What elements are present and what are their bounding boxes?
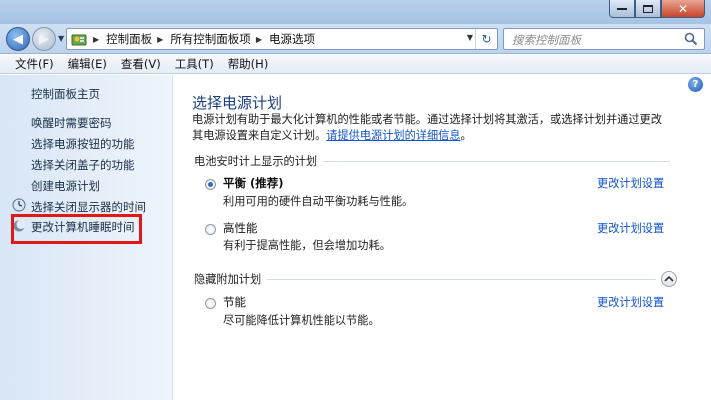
forward-button[interactable]: ▶ <box>32 27 56 51</box>
breadcrumb-separator-icon[interactable]: ▶ <box>256 35 262 44</box>
search-input[interactable]: 搜索控制面板 <box>503 28 705 50</box>
recent-pages-dropdown-icon[interactable]: ▼ <box>58 34 64 43</box>
description-end: 。 <box>460 129 472 142</box>
section-battery-plans: 电池安时计上显示的计划 <box>194 153 670 168</box>
sidebar-item-require-password[interactable]: 唤醒时需要密码 <box>31 115 112 131</box>
section-hidden-plans: 隐藏附加计划 <box>194 271 656 286</box>
sidebar-item-power-button[interactable]: 选择电源按钮的功能 <box>31 136 135 152</box>
section-hidden-label: 隐藏附加计划 <box>194 273 268 286</box>
section-battery-label: 电池安时计上显示的计划 <box>194 155 324 168</box>
display-timer-icon <box>12 198 26 212</box>
plan-balanced-radio[interactable] <box>205 179 216 190</box>
breadcrumb-separator-icon[interactable]: ▶ <box>157 35 163 44</box>
plan-high-performance-change-link[interactable]: 更改计划设置 <box>597 220 664 236</box>
plan-balanced-change-link[interactable]: 更改计划设置 <box>597 175 664 191</box>
search-icon[interactable] <box>684 32 700 46</box>
control-panel-icon <box>70 31 88 47</box>
menu-bar: 文件(F) 编辑(E) 查看(V) 工具(T) 帮助(H) <box>0 55 711 74</box>
navigation-bar: ◀ ▶ ▼ ▶ 控制面板 ▶ 所有控制面板项 ▶ 电源选项 ▼ ↻ 搜索控制面板 <box>0 24 711 54</box>
address-bar[interactable]: ▶ 控制面板 ▶ 所有控制面板项 ▶ 电源选项 ▼ ↻ <box>66 28 498 50</box>
forward-arrow-icon: ▶ <box>39 31 49 47</box>
plan-power-saver-radio[interactable] <box>205 298 216 309</box>
minimize-icon <box>617 7 627 10</box>
menu-tools[interactable]: 工具(T) <box>168 56 221 72</box>
breadcrumb-control-panel[interactable]: 控制面板 <box>106 31 152 47</box>
close-icon: ✕ <box>677 1 689 16</box>
breadcrumb-separator-icon[interactable]: ▶ <box>93 35 99 44</box>
breadcrumb-all-items[interactable]: 所有控制面板项 <box>170 31 251 47</box>
page-title: 选择电源计划 <box>192 94 283 112</box>
menu-file[interactable]: 文件(F) <box>8 56 61 72</box>
page-description: 电源计划有助于最大化计算机的性能或者节能。通过选择计划将其激活，或选择计划并通过… <box>192 112 664 144</box>
plan-power-saver-change-link[interactable]: 更改计划设置 <box>597 294 664 310</box>
main-content: ? 选择电源计划 电源计划有助于最大化计算机的性能或者节能。通过选择计划将其激活… <box>174 75 711 400</box>
maximize-icon <box>643 4 653 13</box>
plan-balanced-desc: 利用可用的硬件自动平衡功耗与性能。 <box>223 195 414 208</box>
plan-high-performance-radio[interactable] <box>205 224 216 235</box>
highlight-annotation-box <box>11 214 142 244</box>
help-icon[interactable]: ? <box>688 77 703 92</box>
close-button[interactable]: ✕ <box>661 0 705 18</box>
caption-buttons: ✕ <box>609 0 705 18</box>
maximize-button[interactable] <box>635 0 661 18</box>
address-dropdown-icon[interactable]: ▼ <box>467 33 473 42</box>
minimize-button[interactable] <box>609 0 635 18</box>
sidebar-item-display-off-time[interactable]: 选择关闭显示器的时间 <box>31 199 146 215</box>
plan-high-performance-desc: 有利于提高性能，但会增加功耗。 <box>223 239 391 252</box>
collapse-chevron-up-icon[interactable] <box>661 271 677 287</box>
sidebar-item-control-panel-home[interactable]: 控制面板主页 <box>31 86 100 102</box>
back-arrow-icon: ◀ <box>13 31 23 47</box>
sidebar-item-close-lid[interactable]: 选择关闭盖子的功能 <box>31 157 135 173</box>
plan-power-saver-desc: 尽可能降低计算机性能以节能。 <box>223 314 380 327</box>
plan-details-link[interactable]: 请提供电源计划的详细信息 <box>326 129 460 142</box>
search-placeholder: 搜索控制面板 <box>512 33 581 47</box>
back-button[interactable]: ◀ <box>6 27 30 51</box>
control-panel-window: ✕ ◀ ▶ ▼ ▶ 控制面板 ▶ 所有控制面板项 ▶ 电源选项 ▼ ↻ 搜索控制… <box>0 0 711 400</box>
refresh-icon[interactable]: ↻ <box>475 29 497 49</box>
menu-view[interactable]: 查看(V) <box>114 56 168 72</box>
sidebar-item-create-plan[interactable]: 创建电源计划 <box>31 178 100 194</box>
menu-help[interactable]: 帮助(H) <box>221 56 276 72</box>
title-bar: ✕ <box>0 0 711 24</box>
plan-balanced-name[interactable]: 平衡 (推荐) <box>223 175 284 191</box>
breadcrumb-power-options[interactable]: 电源选项 <box>269 31 315 47</box>
plan-high-performance-name[interactable]: 高性能 <box>223 220 258 236</box>
plan-power-saver-name[interactable]: 节能 <box>223 294 246 310</box>
menu-edit[interactable]: 编辑(E) <box>61 56 114 72</box>
